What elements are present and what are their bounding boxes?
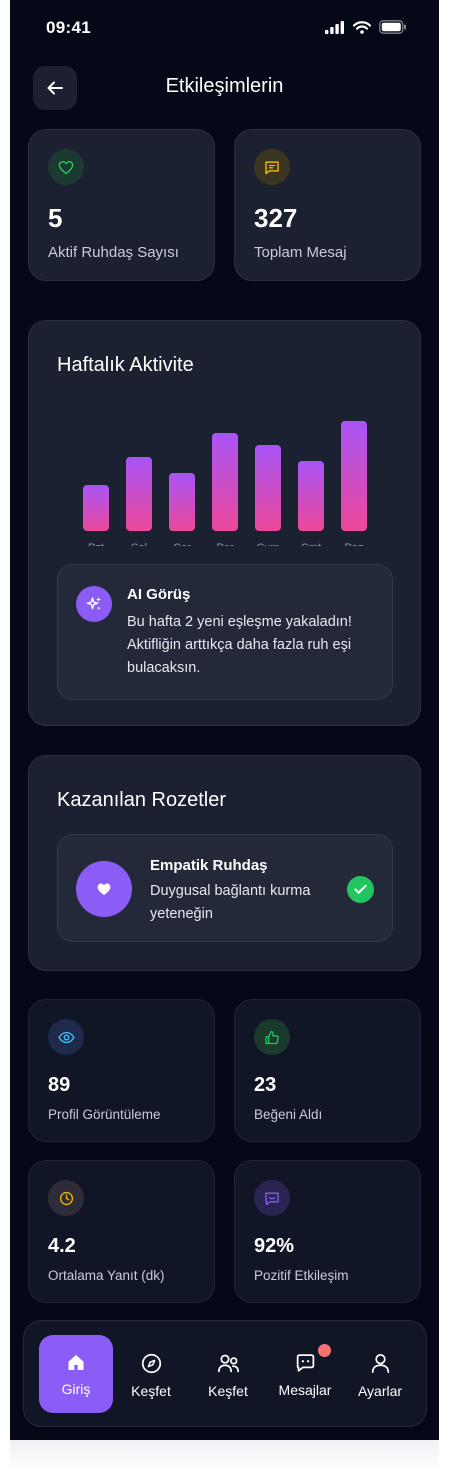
stat-icon-wrap: [48, 1180, 84, 1216]
stat-value: 4.2: [48, 1235, 76, 1257]
stat-icon-wrap: [254, 1019, 290, 1055]
badges-card: Kazanılan Rozetler Empatik Ruhdaş Duygus…: [28, 755, 421, 971]
bar-label-Sal: Sal: [131, 542, 147, 553]
bar-label-Per: Per: [216, 542, 233, 553]
section-title: Kazanılan Rozetler: [57, 789, 226, 811]
stat-icon-wrap: [48, 1019, 84, 1055]
bar-Per: [212, 433, 238, 531]
bar-label-Paz: Paz: [345, 542, 364, 553]
bar-Pzt: [83, 485, 109, 531]
clock-icon: [59, 1191, 73, 1205]
weekly-activity-chart: Pzt Sal Çar Per Cum Cmt Paz: [83, 421, 367, 553]
bar-Cmt: [298, 461, 324, 531]
thumbs-up-icon: [265, 1030, 279, 1044]
bar-Sal: [126, 457, 152, 531]
heart-icon: [58, 160, 74, 174]
nav-label: Ayarlar: [357, 1383, 403, 1399]
compass-icon: [141, 1353, 161, 1374]
weekly-activity-card: Haftalık Aktivite Pzt Sal Çar Per Cum Cmt Paz …: [28, 320, 421, 726]
stat-value: 92%: [254, 1235, 295, 1257]
ai-insight-text: Bu hafta 2 yeni eşleşme yakaladın! Aktif…: [127, 614, 352, 676]
stat-card-likes: 23 Beğeni Aldı: [234, 999, 421, 1142]
bar-label-Cmt: Cmt: [301, 542, 321, 553]
stat-label: Aktif Ruhdaş Sayısı: [48, 244, 179, 261]
page-shadow: [10, 1440, 439, 1470]
nav-item-explore-people[interactable]: Keşfet: [191, 1335, 265, 1413]
status-bar: 09:41: [10, 0, 439, 56]
nav-label: Keşfet: [208, 1383, 248, 1399]
chat-icon: [296, 1354, 314, 1372]
nav-item-explore[interactable]: Keşfet: [114, 1335, 188, 1413]
smile-message-icon: [265, 1192, 279, 1205]
stat-label: Profil Görüntüleme: [48, 1107, 161, 1122]
stat-card-profile-views: 89 Profil Görüntüleme: [28, 999, 215, 1142]
stat-icon-wrap: [254, 149, 290, 185]
check-icon: [347, 876, 374, 903]
stat-label: Beğeni Aldı: [254, 1107, 323, 1122]
nav-item-settings[interactable]: Ayarlar: [343, 1335, 417, 1413]
ai-insight-box: AI Görüş Bu hafta 2 yeni eşleşme yakalad…: [57, 564, 393, 700]
nav-label: Giriş: [61, 1381, 91, 1397]
nav-label: Mesajlar: [278, 1382, 332, 1398]
stat-card-total-messages: 327 Toplam Mesaj: [234, 129, 421, 281]
ai-insight-title: AI Görüş: [127, 586, 191, 603]
nav-item-home[interactable]: Giriş: [39, 1335, 113, 1413]
badge-title: Empatik Ruhdaş: [150, 857, 268, 874]
stat-icon-wrap: [254, 1180, 290, 1216]
badge-description: Duygusal bağlantı kurma yeteneğin: [150, 883, 311, 922]
stat-card-active-soulmates: 5 Aktif Ruhdaş Sayısı: [28, 129, 215, 281]
notification-dot: [318, 1344, 331, 1357]
bar-Çar: [169, 473, 195, 531]
nav-label: Keşfet: [131, 1383, 171, 1399]
badge-item[interactable]: Empatik Ruhdaş Duygusal bağlantı kurma y…: [57, 834, 393, 942]
users-icon: [217, 1354, 239, 1373]
stat-label: Pozitif Etkileşim: [254, 1268, 349, 1283]
status-time: 09:41: [46, 18, 91, 37]
wifi-icon: [353, 20, 371, 34]
stat-value: 327: [254, 203, 298, 233]
stat-value: 5: [48, 203, 63, 233]
eye-icon: [57, 1031, 75, 1043]
bottom-navigation: Giriş Keşfet Keşfet Mesajlar Ayarlar: [23, 1320, 427, 1427]
stat-icon-wrap: [48, 149, 84, 185]
nav-item-messages[interactable]: Mesajlar: [268, 1335, 342, 1413]
user-icon: [371, 1354, 389, 1373]
bar-label-Cum: Cum: [256, 542, 279, 553]
signal-icon: [325, 20, 344, 34]
bar-label-Çar: Çar: [173, 542, 191, 553]
battery-icon: [379, 20, 406, 34]
page-title: Etkileşimlerin: [165, 75, 284, 97]
bar-Paz: [341, 421, 367, 531]
sparkles-icon: [76, 586, 112, 622]
bar-Cum: [255, 445, 281, 531]
stat-label: Toplam Mesaj: [254, 244, 347, 261]
stat-card-avg-response: 4.2 Ortalama Yanıt (dk): [28, 1160, 215, 1303]
stat-value: 89: [48, 1074, 71, 1096]
home-icon: [68, 1355, 84, 1370]
status-icons: [325, 20, 407, 34]
badge-heart-icon: [76, 861, 132, 917]
bar-label-Pzt: Pzt: [88, 542, 104, 553]
phone-screen: 09:41 Etkileşimlerin 5 Aktif Ruhdaş Sayı…: [10, 0, 439, 1440]
stat-label: Ortalama Yanıt (dk): [48, 1268, 165, 1283]
stat-card-positive-interaction: 92% Pozitif Etkileşim: [234, 1160, 421, 1303]
message-icon: [265, 160, 279, 174]
stat-value: 23: [254, 1074, 277, 1096]
